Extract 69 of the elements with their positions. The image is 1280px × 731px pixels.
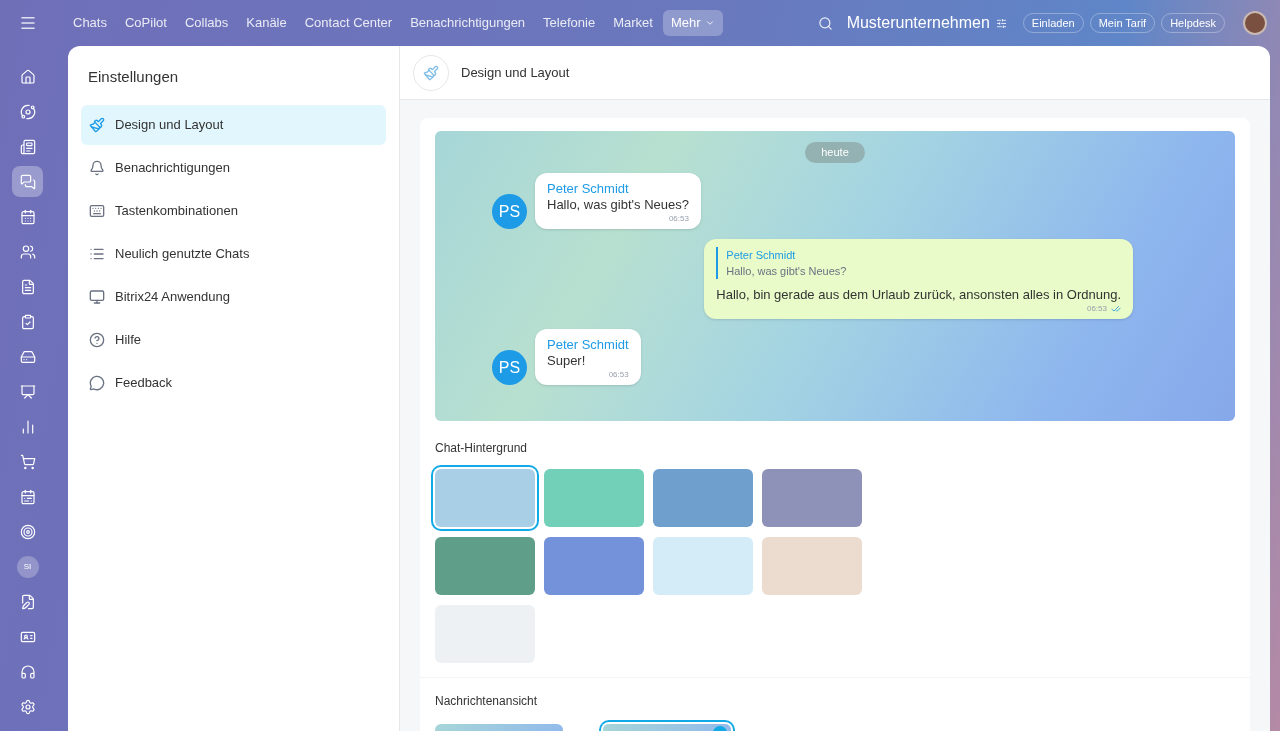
people-icon (19, 243, 36, 260)
date-label: heute (805, 142, 865, 163)
background-swatch[interactable] (653, 469, 753, 527)
section-title: Nachrichtenansicht (435, 693, 539, 710)
background-swatch[interactable] (762, 469, 862, 527)
brush-icon (89, 116, 105, 133)
chevron-down-icon (704, 18, 715, 28)
calendar-list-icon (19, 488, 36, 505)
calendar-icon (19, 208, 36, 225)
page-title: Design und Layout (461, 63, 570, 82)
document-pen-icon (19, 593, 36, 610)
target-icon (19, 523, 36, 540)
circle-dots-icon (19, 103, 36, 120)
message-text: Super! (547, 353, 587, 369)
background-swatch[interactable] (544, 537, 644, 595)
chat-bubbles-icon (19, 173, 36, 190)
app-rail-button[interactable] (12, 166, 43, 197)
sidebar-item[interactable]: Feedback (81, 362, 386, 403)
speech-bubble-icon (89, 374, 105, 391)
company-name[interactable]: Musterunternehmen (846, 11, 990, 35)
presentation-icon (19, 383, 36, 400)
settings-icon (19, 698, 36, 715)
keyboard-icon (89, 202, 105, 219)
home-icon (19, 68, 36, 85)
background-swatch[interactable] (435, 537, 535, 595)
bell-icon (89, 159, 105, 176)
avatar-initials: PS (492, 350, 527, 385)
nav-tab[interactable]: Collabs (176, 10, 237, 36)
sidebar-item[interactable]: Tastenkombinationen (81, 190, 386, 231)
nav-tab[interactable]: Chats (65, 10, 115, 36)
background-swatch[interactable] (653, 537, 753, 595)
nav-tab[interactable]: Market (605, 10, 661, 36)
message-author: Peter Schmidt (547, 337, 629, 353)
message-time: 06:53 (667, 213, 689, 225)
section-title: Chat-Hintergrund (435, 440, 529, 457)
message-text: Hallo, was gibt's Neues? (547, 197, 689, 213)
nav-tab[interactable]: Mehr (662, 10, 723, 36)
nav-tab[interactable]: Contact Center (296, 10, 401, 36)
message-time: 06:53 (607, 369, 629, 381)
sidebar-item[interactable]: Bitrix24 Anwendung (81, 276, 386, 317)
clipboard-tick-icon (19, 313, 36, 330)
drive-icon (19, 348, 36, 365)
sidebar-item[interactable]: Neulich genutzte Chats (81, 233, 386, 274)
message-text: Hallo, bin gerade aus dem Urlaub zurück, ansonsten alles in Ordnung. (716, 287, 1121, 303)
background-swatch[interactable] (762, 537, 862, 595)
background-swatch[interactable] (544, 469, 644, 527)
sidebar-item[interactable]: Design und Layout (81, 104, 386, 145)
monitor-icon (89, 288, 105, 305)
sidebar-item[interactable]: Benachrichtigungen (81, 147, 386, 188)
document-icon (19, 278, 36, 295)
nav-tab[interactable]: CoPilot (116, 10, 175, 36)
avatar-initials: PS (492, 194, 527, 229)
user-avatar[interactable] (1243, 11, 1267, 35)
message-author: Peter Schmidt (547, 181, 630, 197)
sidebar-item[interactable]: Hilfe (81, 319, 386, 360)
nav-tab[interactable]: Benachrichtigungen (402, 10, 534, 36)
newspaper-icon (19, 138, 36, 155)
sidebar-title: Einstellungen (87, 67, 180, 87)
cart-icon (19, 453, 36, 470)
quote-author: Peter Schmidt (726, 248, 797, 263)
nav-tab[interactable]: Telefonie (535, 10, 604, 36)
question-mark-icon (89, 331, 105, 348)
nav-tab[interactable]: Kanäle (238, 10, 295, 36)
quote-text: Hallo, was gibt's Neues? (726, 264, 848, 279)
search-icon[interactable] (817, 15, 833, 31)
headphones-icon (19, 663, 36, 680)
message-time: 06:53 (1086, 303, 1107, 315)
sliders-icon[interactable] (995, 17, 1007, 29)
menu-icon[interactable] (18, 14, 37, 32)
